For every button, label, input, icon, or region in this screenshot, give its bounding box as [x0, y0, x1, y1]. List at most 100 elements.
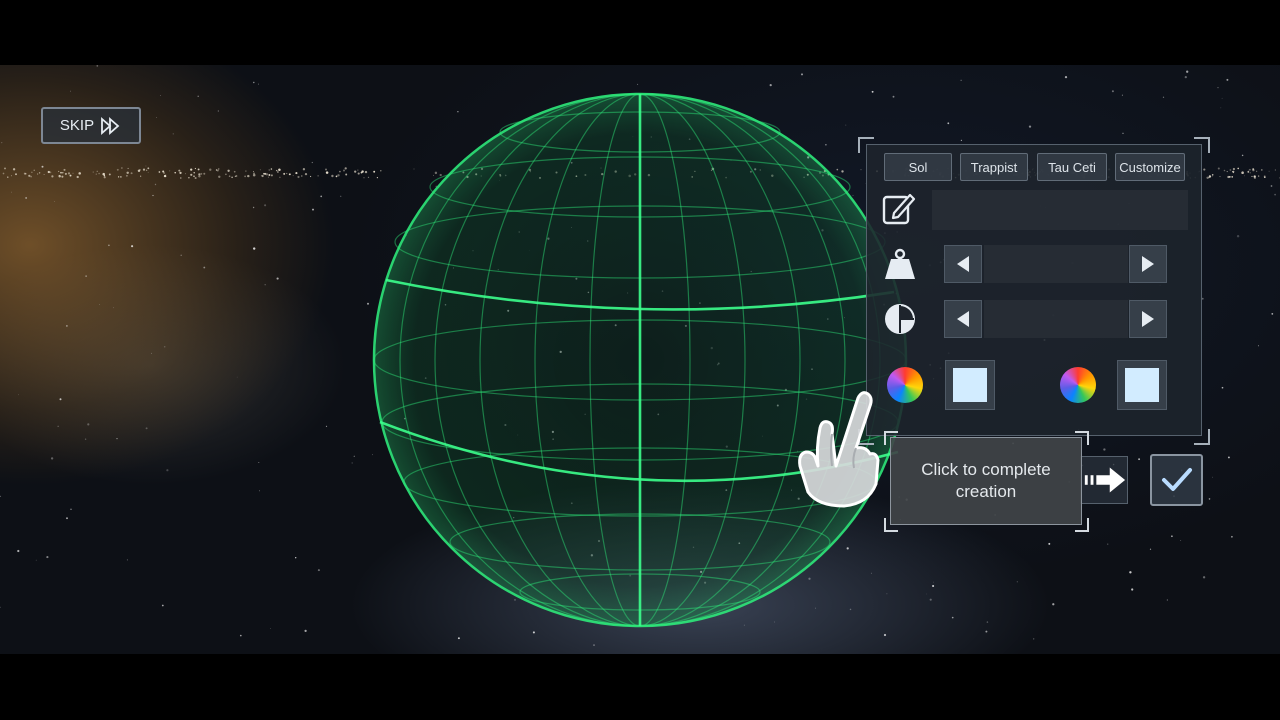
star [340, 195, 342, 197]
belt-star [1219, 176, 1221, 178]
star [367, 302, 369, 305]
primary-color-wheel-icon[interactable] [887, 367, 923, 403]
belt-star [1241, 171, 1244, 174]
star [351, 462, 353, 464]
star [252, 206, 255, 209]
primary-color-swatch[interactable] [945, 360, 995, 410]
star [108, 244, 110, 247]
belt-star [198, 173, 201, 176]
belt-star [1258, 175, 1260, 177]
next-arrow-button[interactable] [1080, 456, 1128, 504]
mass-decrease-button[interactable] [944, 245, 982, 283]
star [270, 628, 271, 629]
belt-star [247, 174, 250, 178]
belt-star [43, 174, 45, 176]
belt-star [137, 169, 141, 172]
star [99, 304, 100, 306]
belt-star [1268, 170, 1270, 172]
star [933, 581, 934, 583]
star [180, 254, 182, 257]
star [152, 194, 154, 197]
phase-decrease-button[interactable] [944, 300, 982, 338]
belt-star [339, 170, 341, 173]
confirm-creation-button[interactable] [1150, 454, 1203, 506]
skip-button[interactable]: SKIP [41, 107, 141, 144]
tooltip-corner [884, 518, 898, 532]
belt-star [1237, 167, 1240, 170]
star [156, 117, 157, 118]
belt-star [163, 171, 166, 175]
belt-star [121, 167, 123, 169]
belt-star [72, 172, 74, 174]
belt-star [1217, 167, 1220, 170]
belt-star [12, 168, 16, 171]
star [113, 307, 115, 309]
belt-star [325, 171, 329, 174]
mass-increase-button[interactable] [1129, 245, 1167, 283]
belt-star [344, 167, 347, 170]
star [960, 139, 963, 141]
belt-star [268, 169, 270, 171]
phase-increase-button[interactable] [1129, 300, 1167, 338]
star [1166, 599, 1169, 601]
belt-star [145, 169, 148, 172]
secondary-color-swatch[interactable] [1117, 360, 1167, 410]
tooltip-corner [1075, 518, 1089, 532]
star [59, 398, 62, 401]
belt-star [275, 169, 278, 172]
belt-star [1229, 169, 1232, 171]
belt-star [357, 172, 360, 175]
tab-trappist[interactable]: Trappist [960, 153, 1028, 181]
belt-star [15, 173, 17, 176]
star [312, 208, 314, 211]
belt-star [1211, 175, 1213, 177]
belt-star [225, 173, 227, 176]
star [70, 508, 72, 510]
secondary-color-wheel-icon[interactable] [1060, 367, 1096, 403]
star [1162, 96, 1165, 98]
star [161, 604, 164, 607]
tab-tau-ceti[interactable]: Tau Ceti [1037, 153, 1107, 181]
belt-star [147, 167, 150, 170]
belt-star [234, 176, 236, 178]
belt-star [270, 174, 273, 177]
star [253, 81, 255, 84]
star [457, 637, 460, 640]
belt-star [4, 167, 6, 170]
pie-chart-icon [885, 304, 915, 334]
belt-star [252, 173, 256, 177]
belt-star [1274, 169, 1276, 171]
star [769, 84, 772, 87]
belt-star [354, 170, 357, 173]
star [883, 633, 887, 637]
belt-star [1252, 169, 1255, 172]
star [50, 457, 54, 460]
star [54, 201, 55, 202]
belt-star [367, 176, 370, 179]
belt-star [297, 175, 300, 179]
panel-corner [858, 137, 874, 153]
mass-value-display [984, 245, 1128, 283]
star [637, 83, 639, 85]
star [986, 621, 989, 623]
star [1107, 543, 1109, 545]
belt-star [360, 171, 363, 174]
star [1052, 603, 1055, 606]
belt-star [126, 171, 129, 175]
star [1149, 548, 1152, 550]
belt-star [188, 176, 190, 179]
star [151, 352, 152, 354]
star [257, 83, 259, 85]
tab-sol[interactable]: Sol [884, 153, 952, 181]
star [320, 195, 323, 198]
belt-star [194, 167, 197, 170]
star [66, 517, 68, 520]
star [131, 245, 134, 248]
belt-star [1211, 174, 1214, 176]
belt-star [261, 174, 264, 178]
belt-star [279, 176, 281, 179]
tab-customize[interactable]: Customize [1115, 153, 1185, 181]
pencil-icon [882, 193, 916, 225]
planet-name-input[interactable] [932, 190, 1188, 230]
belt-star [270, 168, 273, 170]
